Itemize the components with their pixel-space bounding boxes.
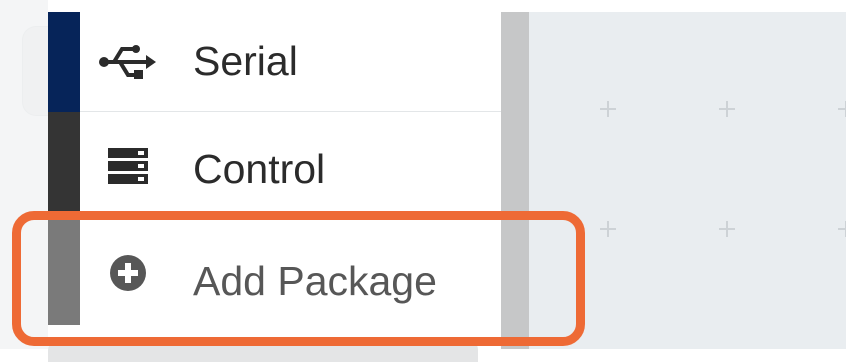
plus-circle-icon xyxy=(98,251,158,295)
category-color-strip-serial xyxy=(48,12,80,112)
server-rack-icon xyxy=(98,144,158,188)
sidebar-item-add-package[interactable]: Add Package xyxy=(80,219,501,326)
background-ghost-bottom xyxy=(48,338,478,362)
category-color-strip-control xyxy=(48,112,80,219)
grid-marker xyxy=(719,101,735,117)
grid-marker xyxy=(719,221,735,237)
sidebar-item-label: Add Package xyxy=(193,258,437,304)
grid-marker xyxy=(838,221,846,237)
grid-marker xyxy=(600,101,616,117)
category-color-strip-add-package xyxy=(48,219,80,325)
background-panel xyxy=(0,0,53,349)
sidebar-item-control[interactable]: Control xyxy=(80,111,501,220)
usb-icon xyxy=(98,40,158,84)
toolbox-sidebar: Serial Control Add Package xyxy=(80,12,501,325)
sidebar-item-serial[interactable]: Serial xyxy=(80,12,501,111)
sidebar-scrollbar[interactable] xyxy=(501,12,529,349)
sidebar-item-label: Control xyxy=(193,146,326,192)
sidebar-item-label: Serial xyxy=(193,38,298,84)
grid-marker xyxy=(600,221,616,237)
grid-marker xyxy=(838,101,846,117)
workspace-canvas[interactable] xyxy=(529,12,846,349)
